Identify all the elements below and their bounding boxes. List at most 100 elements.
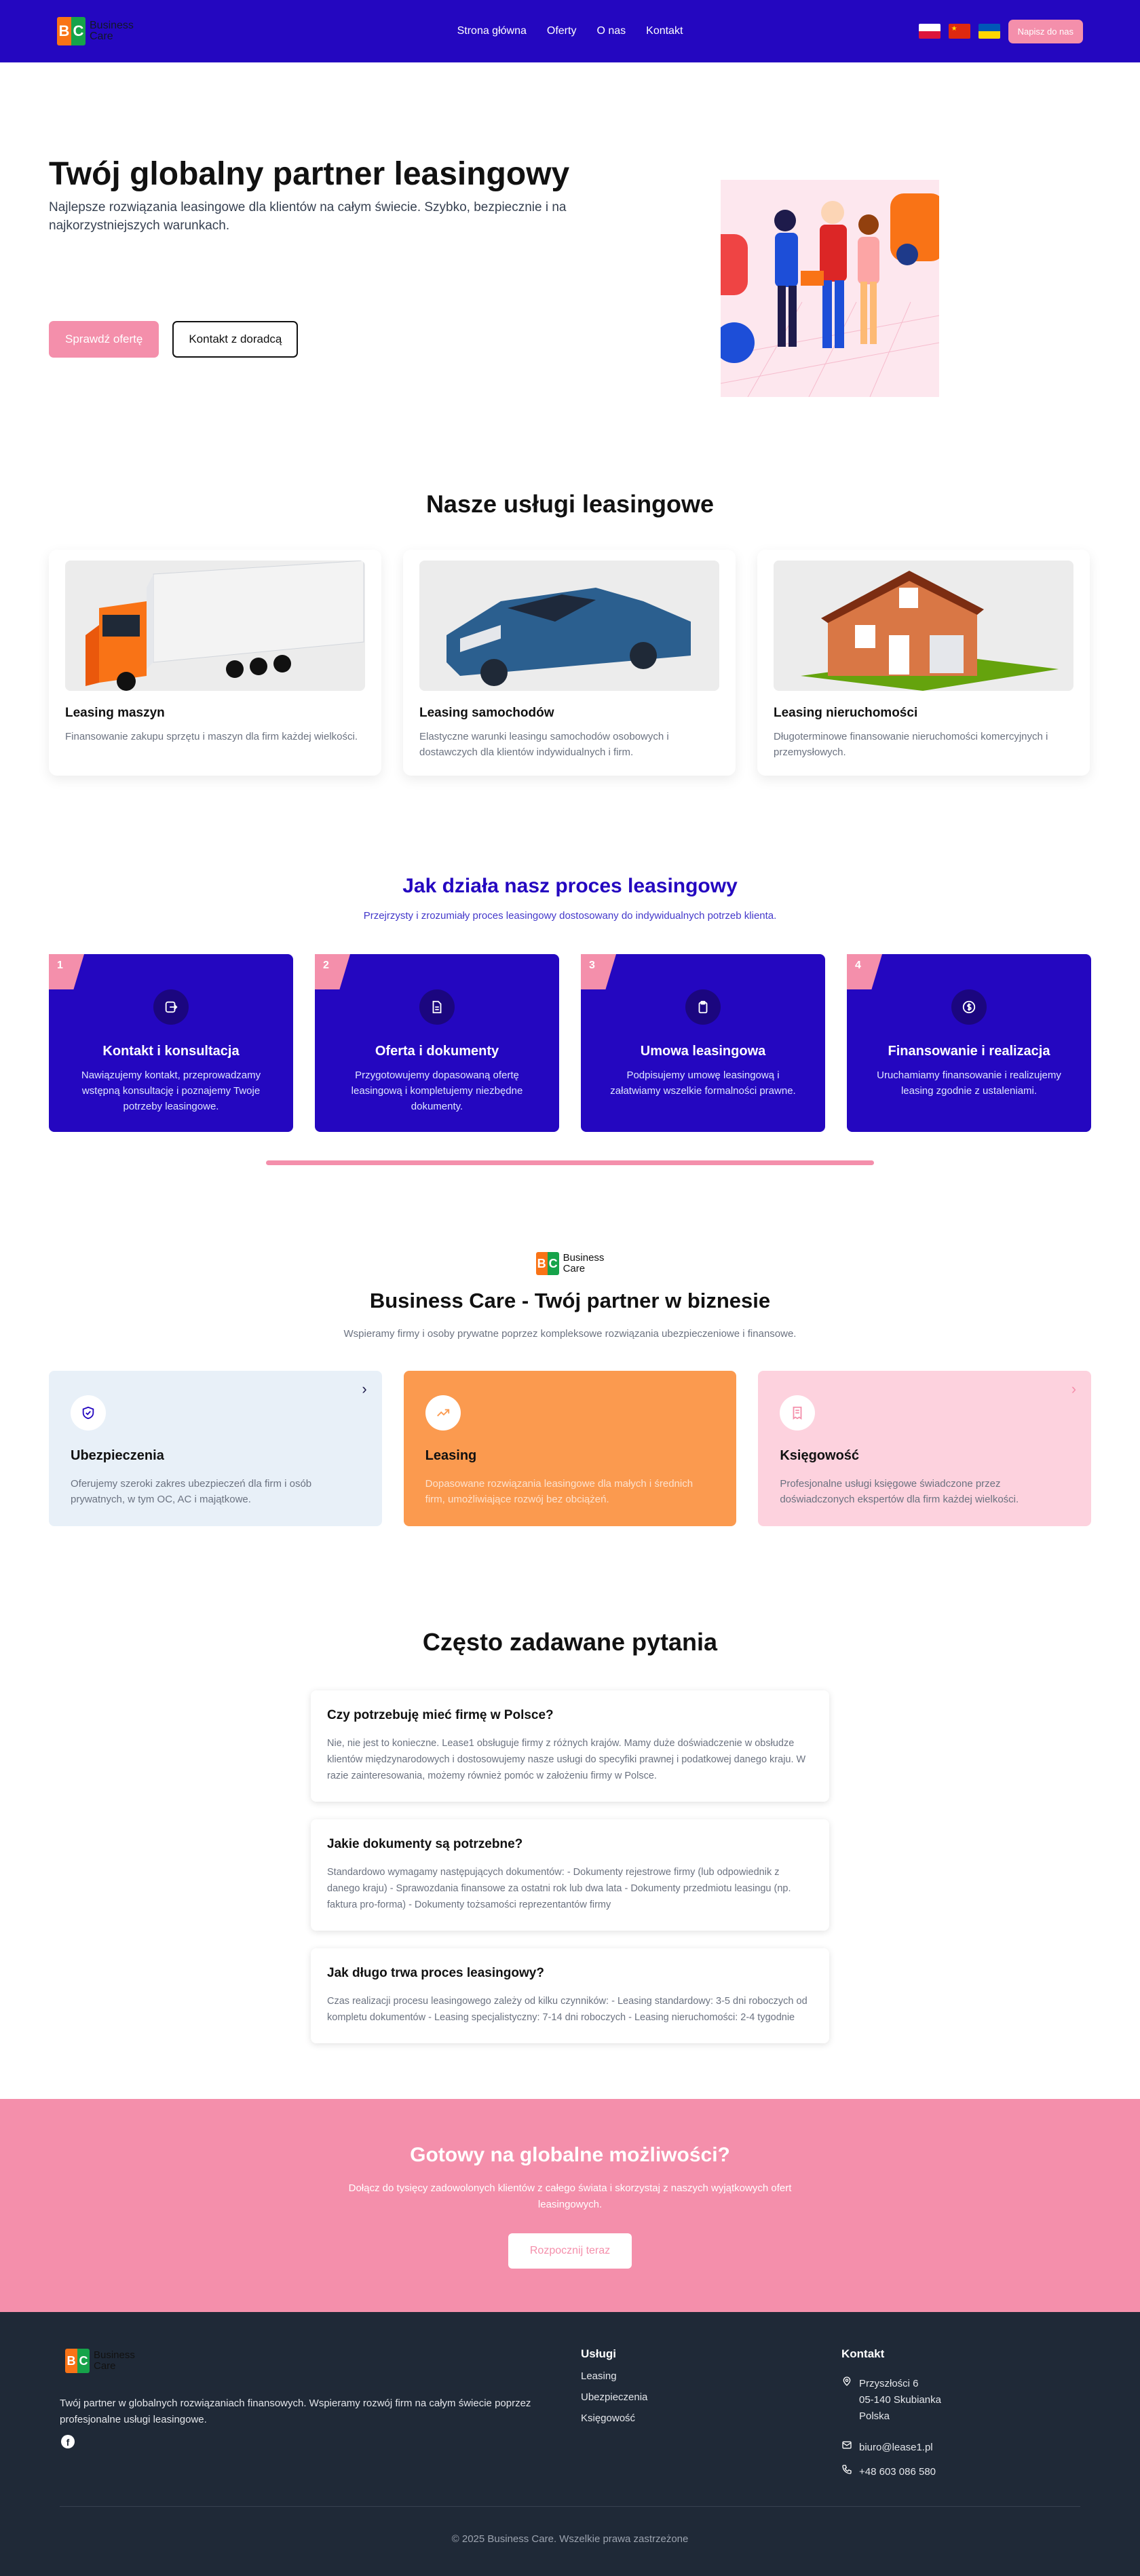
process-section: Jak działa nasz proces leasingowy Przejr… <box>0 776 1140 1165</box>
hero-illustration <box>721 180 939 397</box>
step-desc: Podpisujemy umowę leasingową i załatwiam… <box>610 1069 796 1097</box>
service-desc: Finansowanie zakupu sprzętu i maszyn dla… <box>65 731 358 742</box>
partner-subtitle: Wspieramy firmy i osoby prywatne poprzez… <box>343 1328 797 1340</box>
cn-flag-icon[interactable] <box>948 24 970 39</box>
footer: B C Business Care Twój partner w globaln… <box>0 2312 1140 2576</box>
nav-link-home[interactable]: Strona główna <box>457 25 527 37</box>
logo-text: Business Care <box>94 2349 135 2372</box>
faq-answer: Czas realizacji procesu leasingowego zal… <box>327 1996 808 2023</box>
hero-section: Twój globalny partner leasingowy Najleps… <box>0 62 1140 397</box>
logo-text: Business Care <box>563 1252 605 1274</box>
phone-row: +48 603 086 580 <box>841 2464 941 2480</box>
cta-text: Dołącz do tysięcy zadowolonych klientów … <box>348 2182 792 2210</box>
footer-logo[interactable]: B C Business Care <box>65 2349 135 2373</box>
nav-link-contact[interactable]: Kontakt <box>646 25 683 37</box>
step-number: 1 <box>49 954 84 989</box>
chevron-right-icon[interactable]: › <box>362 1380 366 1398</box>
card-desc: Dopasowane rozwiązania leasingowe dla ma… <box>425 1478 694 1505</box>
address-line: Polska <box>859 2410 890 2422</box>
map-pin-icon <box>841 2376 852 2425</box>
address-row: Przyszłości 6 05-140 Skubianka Polska <box>841 2376 941 2425</box>
step-title: Oferta i dokumenty <box>375 1044 499 1059</box>
address-line: 05-140 Skubianka <box>859 2394 941 2406</box>
partner-logo: B C Business Care <box>0 1252 1140 1275</box>
brand-logo[interactable]: B C Business Care <box>57 17 134 45</box>
service-desc: Długoterminowe finansowanie nieruchomośc… <box>774 731 1048 758</box>
footer-link-insurance[interactable]: Ubezpieczenia <box>581 2391 647 2403</box>
partner-section: B C Business Care Business Care - Twój p… <box>0 1165 1140 1526</box>
nav-right: Napisz do nas <box>918 19 1083 43</box>
faq-title: Często zadawane pytania <box>422 1628 718 1656</box>
write-to-us-button[interactable]: Napisz do nas <box>1008 19 1083 43</box>
step-number: 4 <box>847 954 882 989</box>
step-desc: Przygotowujemy dopasowaną ofertę leasing… <box>351 1069 523 1112</box>
step-title: Kontakt i konsultacja <box>102 1044 240 1059</box>
shield-check-icon <box>71 1395 106 1431</box>
step-desc: Uruchamiamy finansowanie i realizujemy l… <box>877 1069 1061 1097</box>
hero-subtitle: Najlepsze rozwiązania leasingowe dla kli… <box>49 200 567 233</box>
service-title: Leasing samochodów <box>419 706 554 720</box>
faq-item[interactable]: Jak długo trwa proces leasingowy? Czas r… <box>311 1948 829 2043</box>
partner-title: Business Care - Twój partner w biznesie <box>369 1289 771 1312</box>
step-desc: Nawiązujemy kontakt, przeprowadzamy wstę… <box>81 1069 261 1112</box>
footer-link-leasing[interactable]: Leasing <box>581 2370 647 2382</box>
service-card-realestate[interactable]: Leasing nieruchomości Długoterminowe fin… <box>757 550 1090 776</box>
card-title: Księgowość <box>780 1448 860 1463</box>
pl-flag-icon[interactable] <box>918 24 940 39</box>
service-card-machinery[interactable]: Leasing maszyn Finansowanie zakupu sprzę… <box>49 550 381 776</box>
process-subtitle: Przejrzysty i zrozumiały proces leasingo… <box>363 910 777 922</box>
dollar-icon <box>951 989 987 1025</box>
ua-flag-icon[interactable] <box>978 24 1000 39</box>
service-card-cars[interactable]: Leasing samochodów Elastyczne warunki le… <box>403 550 736 776</box>
cta-section: Gotowy na globalne możliwości? Dołącz do… <box>0 2099 1140 2312</box>
start-now-button[interactable]: Rozpocznij teraz <box>508 2233 632 2269</box>
card-desc: Profesjonalne usługi księgowe świadczone… <box>780 1478 1019 1505</box>
process-divider <box>266 1160 874 1165</box>
faq-question[interactable]: Jak długo trwa proces leasingowy? <box>327 1966 813 1981</box>
logo-text: Business Care <box>90 20 134 42</box>
step-number: 2 <box>315 954 350 989</box>
address-line: Przyszłości 6 <box>859 2378 919 2389</box>
document-icon <box>419 989 455 1025</box>
process-step: 1 Kontakt i konsultacja Nawiązujemy kont… <box>49 954 293 1132</box>
chevron-right-icon[interactable]: › <box>1071 1380 1076 1398</box>
services-title: Nasze usługi leasingowe <box>425 490 715 518</box>
phone-link[interactable]: +48 603 086 580 <box>859 2464 936 2480</box>
footer-contact: Kontakt Przyszłości 6 05-140 Skubianka P… <box>841 2347 941 2480</box>
service-desc: Elastyczne warunki leasingu samochodów o… <box>419 731 669 758</box>
car-image <box>419 561 719 691</box>
service-title: Leasing maszyn <box>65 706 165 720</box>
email-link[interactable]: biuro@lease1.pl <box>859 2440 933 2456</box>
receipt-icon <box>780 1395 816 1431</box>
process-step: 4 Finansowanie i realizacja Uruchamiamy … <box>847 954 1091 1132</box>
clipboard-icon <box>685 989 721 1025</box>
check-offer-button[interactable]: Sprawdź ofertę <box>49 321 159 358</box>
faq-question[interactable]: Jakie dokumenty są potrzebne? <box>327 1837 813 1852</box>
nav-link-about[interactable]: O nas <box>596 25 626 37</box>
top-navbar: B C Business Care Strona główna Oferty O… <box>0 0 1140 62</box>
hero-title: Twój globalny partner leasingowy <box>49 156 570 192</box>
faq-question[interactable]: Czy potrzebuję mieć firmę w Polsce? <box>327 1708 813 1723</box>
insurance-card[interactable]: › Ubezpieczenia Oferujemy szeroki zakres… <box>49 1371 382 1526</box>
footer-services-title: Usługi <box>581 2347 616 2360</box>
cta-title: Gotowy na globalne możliwości? <box>410 2144 730 2166</box>
footer-contact-title: Kontakt <box>841 2347 885 2360</box>
faq-answer: Nie, nie jest to konieczne. Lease1 obsłu… <box>327 1738 806 1781</box>
house-image <box>774 561 1074 691</box>
contact-advisor-button[interactable]: Kontakt z doradcą <box>172 321 299 358</box>
faq-item[interactable]: Jakie dokumenty są potrzebne? Standardow… <box>311 1819 829 1931</box>
process-step: 2 Oferta i dokumenty Przygotowujemy dopa… <box>315 954 559 1132</box>
step-title: Finansowanie i realizacja <box>888 1044 1050 1059</box>
main-menu: Strona główna Oferty O nas Kontakt <box>457 25 683 37</box>
nav-link-offers[interactable]: Oferty <box>547 25 577 37</box>
facebook-icon[interactable]: f <box>61 2435 75 2448</box>
logo-mark: B C <box>57 17 86 45</box>
services-section: Nasze usługi leasingowe Leasing maszyn F… <box>0 387 1140 776</box>
footer-description: Twój partner w globalnych rozwiązaniach … <box>60 2398 531 2425</box>
faq-item[interactable]: Czy potrzebuję mieć firmę w Polsce? Nie,… <box>311 1690 829 1802</box>
accounting-card[interactable]: › Księgowość Profesjonalne usługi księgo… <box>758 1371 1092 1526</box>
email-row: biuro@lease1.pl <box>841 2440 941 2456</box>
leasing-card[interactable]: Leasing Dopasowane rozwiązania leasingow… <box>403 1371 737 1526</box>
footer-link-accounting[interactable]: Księgowość <box>581 2412 647 2424</box>
step-number: 3 <box>581 954 616 989</box>
